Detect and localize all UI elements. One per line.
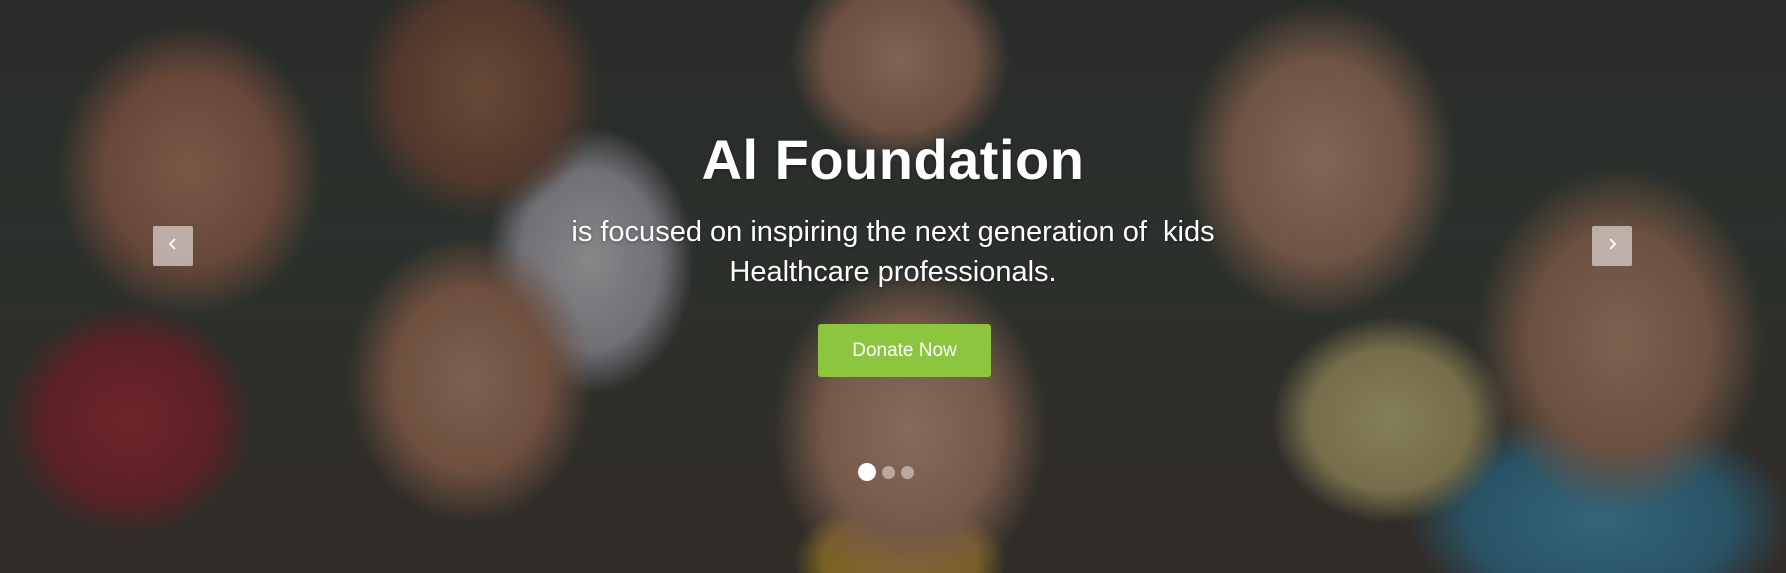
slider-dot-1[interactable] — [858, 463, 876, 481]
slider-next-button[interactable] — [1592, 226, 1632, 266]
slider-prev-button[interactable] — [153, 226, 193, 266]
slider-dot-3[interactable] — [901, 465, 914, 479]
slider-dot-2[interactable] — [882, 465, 895, 479]
hero-subtitle: is focused on inspiring the next generat… — [571, 216, 1215, 288]
chevron-right-icon — [1605, 237, 1619, 256]
hero-slider: Al Foundation is focused on inspiring th… — [0, 0, 1786, 573]
hero-title: Al Foundation — [701, 128, 1085, 191]
slider-pagination — [858, 462, 914, 482]
chevron-left-icon — [166, 237, 180, 256]
donate-now-button[interactable]: Donate Now — [818, 324, 991, 377]
